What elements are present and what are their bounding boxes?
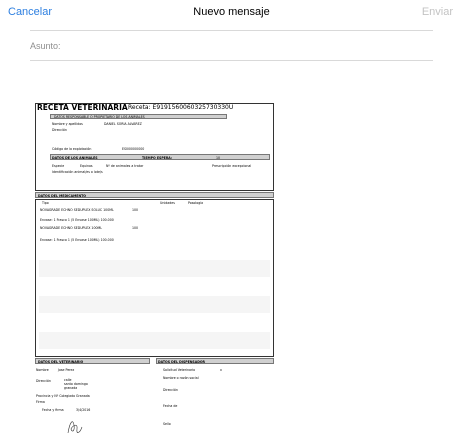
- id-label: Identificación animal/es o lote/s: [52, 170, 103, 174]
- med-2-qty: 100: [132, 226, 139, 230]
- disp-header: DATOS DEL DISPENSADOR: [158, 359, 205, 364]
- med-2-name: NOVAGRADE ECHNO SEDUPLEX 100ML: [40, 226, 103, 230]
- col-name: Tipo: [42, 201, 49, 205]
- owner-address-label: Dirección: [52, 128, 67, 132]
- med-2-pack: Envase: 1 Frasco 1 (5 Envase 100ML) 100.…: [40, 238, 114, 242]
- send-button[interactable]: Enviar: [422, 6, 453, 18]
- wait-value: 10: [216, 155, 221, 160]
- disp-name-label: Nombre o razón social: [163, 376, 199, 380]
- doc-title: RECETA VETERINARIA: [37, 103, 128, 112]
- species-label: Especie: [52, 164, 65, 168]
- compose-title: Nuevo mensaje: [193, 6, 270, 18]
- med-header: DATOS DEL MEDICAMENTO: [38, 193, 87, 198]
- disp-date-label: Fecha de: [163, 404, 178, 408]
- vet-sign-label: Firma: [36, 400, 45, 404]
- divider: [30, 60, 433, 61]
- vet-name-value: Jose Perez: [58, 368, 75, 372]
- vet-address-value: calle santo domingo granada: [64, 378, 88, 390]
- divider: [30, 30, 433, 31]
- col-posology: Posología: [188, 201, 204, 205]
- vet-college-label: Provincia y Nº Colegiado: [36, 394, 76, 398]
- disp-stamp-label: Sello: [163, 422, 171, 426]
- exploit-label: Código de la explotación: [52, 147, 92, 151]
- owner-header: DATOS RESPONSABLE O PROPIETARIO DE LOS A…: [54, 114, 145, 119]
- attached-prescription-image: RECETA VETERINARIA Receta: E919156006032…: [30, 95, 276, 440]
- navigation-bar: Cancelar Nuevo mensaje Enviar: [0, 0, 463, 26]
- vet-date-label: Fecha y firma: [42, 408, 64, 412]
- disp-same-value: x: [220, 368, 222, 372]
- receta-number: Receta: E9191560060325730330U: [128, 104, 234, 111]
- presc-label: Prescripción excepcional: [212, 164, 252, 168]
- vet-date-value: 3/4/2016: [76, 408, 91, 412]
- owner-name-value: DANIEL SORIA ALVAREZ: [104, 122, 142, 126]
- signature-image: [67, 421, 83, 434]
- wait-header: TIEMPO ESPERA:: [142, 155, 173, 160]
- disp-address-label: Dirección: [163, 388, 178, 392]
- species-value: Equinos: [80, 164, 93, 168]
- med-1-pack: Envase: 1 Frasco 1 (5 Envase 100ML) 100.…: [40, 218, 114, 222]
- empty-row: [39, 260, 270, 277]
- med-1-qty: 100: [132, 208, 139, 212]
- animals-header: DATOS DE LOS ANIMALES: [52, 155, 98, 160]
- med-1-name: NOVAGRADE ECHNO SEDUPLEX SOLUC 100ML: [40, 208, 114, 212]
- animals-label: Nº de animales a tratar: [106, 164, 144, 168]
- vet-header: DATOS DEL VETERINARIO: [38, 359, 84, 364]
- empty-row: [39, 296, 270, 313]
- vet-college-value: Granada: [76, 394, 90, 398]
- subject-field[interactable]: Asunto:: [30, 41, 61, 51]
- owner-name-label: Nombre y apellidos: [52, 122, 83, 126]
- empty-row: [39, 332, 270, 349]
- col-qty: Unidades: [160, 201, 175, 205]
- disp-same-label: Solicitud Veterinario: [163, 368, 196, 372]
- vet-address-label: Dirección: [36, 379, 51, 383]
- vet-name-label: Nombre: [36, 368, 49, 372]
- exploit-value: ES000000000: [122, 147, 145, 151]
